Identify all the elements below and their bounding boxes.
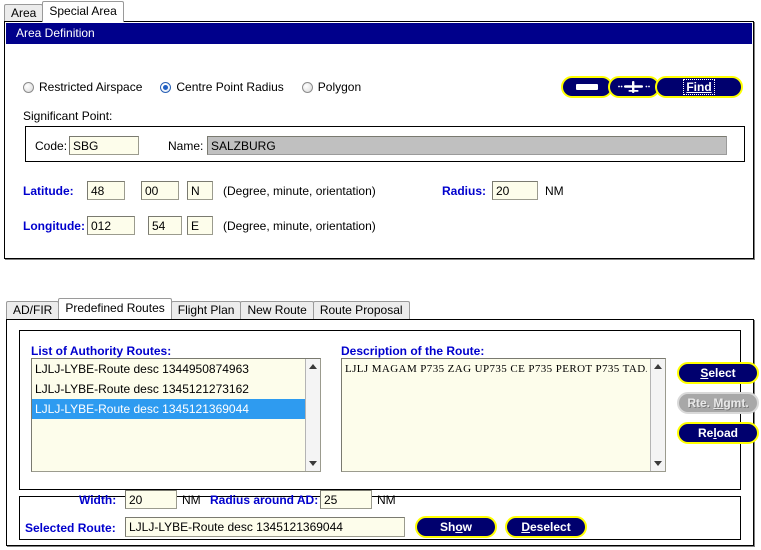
longitude-degrees-input[interactable]: 012 (87, 216, 135, 235)
width-unit: NM (182, 493, 201, 507)
find-accel: Find (686, 80, 712, 94)
route-management-button-label: Rte. Mgmt. (687, 396, 749, 410)
route-description-scrollbar[interactable] (650, 359, 665, 471)
tab-predefined-routes[interactable]: Predefined Routes (58, 298, 172, 319)
radio-centre-point-radius[interactable]: Centre Point Radius (160, 80, 284, 94)
show-button[interactable]: Show (415, 516, 497, 538)
latitude-orientation-input[interactable]: N (187, 181, 213, 200)
radio-indicator (301, 81, 313, 93)
reload-button-label: Reload (697, 426, 739, 440)
radius-input[interactable]: 20 (492, 181, 538, 200)
find-button-label: Find (683, 79, 715, 95)
radius-label: Radius: (442, 184, 487, 198)
code-input[interactable]: SBG (69, 136, 139, 155)
area-tabstrip: Area Special Area (4, 1, 124, 22)
name-label: Name: (168, 139, 204, 153)
latitude-label: Latitude: (23, 184, 74, 198)
area-definition-panel: Area Definition Restricted Airspace Cent… (4, 21, 754, 259)
selected-route-input[interactable]: LJLJ-LYBE-Route desc 1345121369044 (125, 517, 405, 537)
latitude-minutes-input[interactable]: 00 (141, 181, 179, 200)
authority-routes-listbox[interactable]: LJLJ-LYBE-Route desc 1344950874963 LJLJ-… (31, 358, 321, 472)
route-description-text: LJLJ MAGAM P735 ZAG UP735 CE P735 PEROT … (345, 363, 647, 375)
aircraft-icon (615, 80, 653, 94)
longitude-minutes-input[interactable]: 54 (148, 216, 182, 235)
tab-route-proposal[interactable]: Route Proposal (312, 301, 410, 319)
panel-title-area-definition: Area Definition (6, 23, 752, 44)
latitude-degrees-input[interactable]: 48 (87, 181, 125, 200)
deselect-button[interactable]: Deselect (505, 516, 587, 538)
radio-restricted-airspace[interactable]: Restricted Airspace (23, 80, 142, 94)
find-button[interactable]: Find (655, 76, 743, 98)
latitude-hint: (Degree, minute, orientation) (223, 184, 376, 198)
deselect-button-label: Deselect (521, 520, 571, 534)
radio-label: Centre Point Radius (176, 80, 284, 94)
width-field-label: Width: (79, 493, 117, 507)
scroll-down-icon[interactable] (651, 457, 665, 470)
tab-flight-plan[interactable]: Flight Plan (170, 301, 242, 319)
shape-option-group: Restricted Airspace Centre Point Radius … (23, 80, 379, 94)
width-input[interactable]: 20 (125, 490, 177, 509)
name-value: SALZBURG (207, 136, 727, 155)
radius-around-ad-unit: NM (377, 493, 396, 507)
route-description-box[interactable]: LJLJ MAGAM P735 ZAG UP735 CE P735 PEROT … (341, 358, 666, 472)
predefined-routes-panel: List of Authority Routes: LJLJ-LYBE-Rout… (6, 319, 759, 546)
longitude-hint: (Degree, minute, orientation) (223, 219, 376, 233)
list-item[interactable]: LJLJ-LYBE-Route desc 1345121273162 (32, 379, 305, 399)
scroll-up-icon[interactable] (651, 360, 665, 373)
longitude-label: Longitude: (23, 219, 85, 233)
code-label: Code: (35, 139, 68, 153)
radius-unit: NM (545, 184, 564, 198)
minus-button[interactable] (561, 76, 613, 98)
minus-icon (576, 84, 598, 90)
aircraft-button[interactable] (608, 76, 660, 98)
description-of-route-label: Description of the Route: (341, 344, 485, 358)
reload-button[interactable]: Reload (677, 422, 759, 444)
tab-area[interactable]: Area (4, 4, 44, 22)
select-button-label: Select (700, 366, 736, 380)
show-button-label: Show (439, 520, 473, 534)
longitude-orientation-input[interactable]: E (187, 216, 213, 235)
scroll-down-icon[interactable] (306, 457, 320, 470)
tab-new-route[interactable]: New Route (240, 301, 314, 319)
route-management-button: Rte. Mgmt. (677, 392, 759, 414)
radio-indicator (160, 81, 172, 93)
radio-polygon[interactable]: Polygon (301, 80, 362, 94)
authority-routes-scrollbar[interactable] (305, 359, 320, 471)
list-item[interactable]: LJLJ-LYBE-Route desc 1345121369044 (32, 399, 305, 419)
authority-routes-items: LJLJ-LYBE-Route desc 1344950874963 LJLJ-… (32, 359, 305, 471)
significant-point-label: Significant Point: (23, 109, 113, 123)
radio-indicator (23, 81, 34, 93)
radio-label: Polygon (317, 80, 362, 94)
selected-route-label: Selected Route: (25, 521, 116, 535)
list-item[interactable]: LJLJ-LYBE-Route desc 1344950874963 (32, 359, 305, 379)
radio-label: Restricted Airspace (39, 80, 143, 94)
tab-ad-fir[interactable]: AD/FIR (6, 301, 60, 319)
radius-around-ad-label: Radius around AD: (210, 493, 319, 507)
application-window: Area Special Area Area Definition Restri… (0, 0, 761, 550)
select-button[interactable]: Select (677, 362, 759, 384)
scroll-up-icon[interactable] (306, 360, 320, 373)
routes-tabstrip: AD/FIR Predefined Routes Flight Plan New… (6, 298, 410, 319)
radius-around-ad-input[interactable]: 25 (320, 490, 372, 509)
tab-special-area[interactable]: Special Area (42, 1, 124, 22)
list-of-authority-routes-label: List of Authority Routes: (31, 344, 172, 358)
